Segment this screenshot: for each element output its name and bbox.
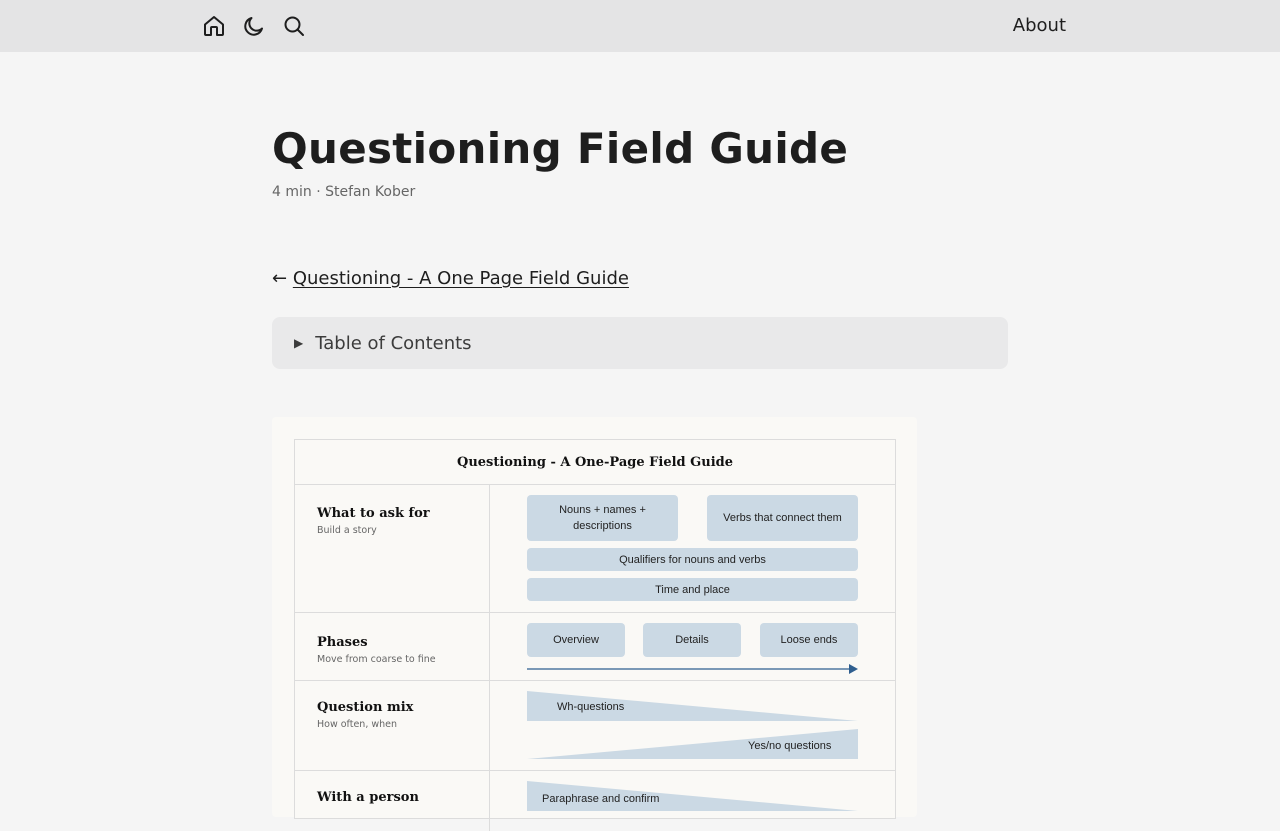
phase-arrow: [527, 664, 858, 674]
yes-no-questions-label: Yes/no questions: [748, 740, 832, 752]
search-icon[interactable]: [281, 13, 307, 39]
chip-nouns: Nouns + names + descriptions: [527, 495, 678, 541]
row-sublabel: Move from coarse to fine: [317, 654, 436, 665]
row-header: Phases Move from coarse to fine: [295, 613, 490, 680]
table-of-contents-toggle[interactable]: ▶ Table of Contents: [272, 317, 1008, 369]
back-link-row: ← Questioning - A One Page Field Guide: [272, 268, 629, 289]
row-what-to-ask: What to ask for Build a story Nouns + na…: [295, 485, 895, 613]
row-header: What to ask for Build a story: [295, 485, 490, 612]
home-icon[interactable]: [201, 13, 227, 39]
chip-time-place: Time and place: [527, 578, 858, 601]
row-label: Question mix: [317, 700, 414, 715]
chip-verbs: Verbs that connect them: [707, 495, 858, 541]
post-meta: 4 min · Stefan Kober: [272, 184, 416, 200]
wh-questions-label: Wh-questions: [557, 701, 625, 713]
row-sublabel: Build a story: [317, 525, 377, 536]
chip-qualifiers: Qualifiers for nouns and verbs: [527, 548, 858, 571]
top-navbar: About: [0, 0, 1280, 52]
row-phases: Phases Move from coarse to fine Overview…: [295, 613, 895, 681]
row-label: Phases: [317, 635, 368, 650]
back-arrow-icon: ←: [272, 268, 288, 289]
row-header: Question mix How often, when: [295, 681, 490, 770]
row-question-mix: Question mix How often, when Wh-question…: [295, 681, 895, 771]
paraphrase-label: Paraphrase and confirm: [542, 793, 660, 805]
chip-loose-ends: Loose ends: [760, 623, 858, 657]
row-header: With a person: [295, 771, 490, 831]
moon-icon[interactable]: [241, 13, 267, 39]
toc-label: Table of Contents: [315, 332, 472, 354]
page-title: Questioning Field Guide: [272, 124, 849, 173]
row-label: With a person: [317, 790, 419, 805]
chip-overview: Overview: [527, 623, 625, 657]
back-link[interactable]: Questioning - A One Page Field Guide: [293, 268, 629, 289]
row-with-a-person: With a person Paraphrase and confirm: [295, 771, 895, 831]
field-guide-figure: Questioning - A One-Page Field Guide Wha…: [272, 417, 917, 831]
disclosure-triangle-icon: ▶: [294, 336, 304, 350]
field-guide-table: Questioning - A One-Page Field Guide Wha…: [294, 439, 896, 831]
row-sublabel: How often, when: [317, 719, 398, 730]
figure-title: Questioning - A One-Page Field Guide: [295, 440, 895, 485]
row-label: What to ask for: [317, 506, 430, 521]
chip-details: Details: [643, 623, 741, 657]
about-link[interactable]: About: [1013, 15, 1066, 36]
